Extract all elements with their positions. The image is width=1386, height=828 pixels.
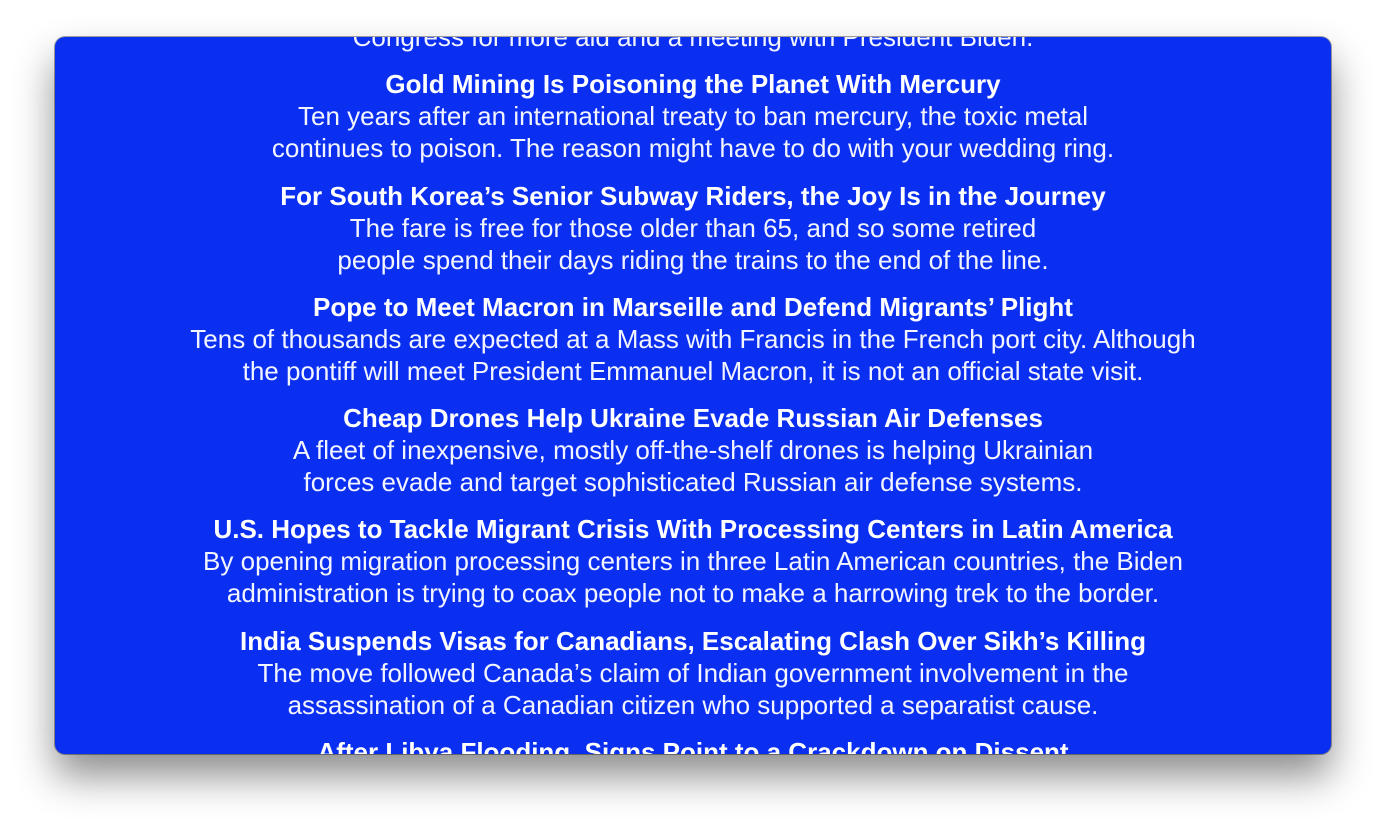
story-item: U.S. Hopes to Tackle Migrant Crisis With… bbox=[55, 513, 1331, 609]
story-summary-line: The move followed Canada’s claim of Indi… bbox=[257, 657, 1129, 688]
story-headline: India Suspends Visas for Canadians, Esca… bbox=[240, 625, 1146, 656]
story-headline: Gold Mining Is Poisoning the Planet With… bbox=[385, 69, 1001, 100]
story-summary-line: administration is trying to coax people … bbox=[226, 578, 1160, 609]
story-item: Gold Mining Is Poisoning the Planet With… bbox=[55, 68, 1331, 164]
story-item: Pope to Meet Macron in Marseille and Def… bbox=[55, 291, 1331, 387]
story-item: India Suspends Visas for Canadians, Esca… bbox=[55, 625, 1331, 721]
story-summary-line: Tens of thousands are expected at a Mass… bbox=[190, 323, 1196, 354]
story-item: Congress for more aid and a meeting with… bbox=[55, 37, 1331, 53]
story-headline: U.S. Hopes to Tackle Migrant Crisis With… bbox=[213, 514, 1173, 545]
story-summary-line: forces evade and target sophisticated Ru… bbox=[303, 467, 1083, 498]
story-summary-line: Congress for more aid and a meeting with… bbox=[352, 37, 1034, 52]
news-feed: Congress for more aid and a meeting with… bbox=[55, 37, 1331, 754]
story-item: After Libya Flooding, Signs Point to a C… bbox=[55, 736, 1331, 754]
story-summary-line: people spend their days riding the train… bbox=[337, 244, 1049, 275]
story-item: For South Korea’s Senior Subway Riders, … bbox=[55, 180, 1331, 276]
news-ticker-window: Congress for more aid and a meeting with… bbox=[55, 37, 1331, 754]
story-summary-line: Ten years after an international treaty … bbox=[297, 101, 1089, 132]
story-summary-line: By opening migration processing centers … bbox=[203, 546, 1183, 577]
story-item: Cheap Drones Help Ukraine Evade Russian … bbox=[55, 402, 1331, 498]
story-headline: Pope to Meet Macron in Marseille and Def… bbox=[313, 291, 1073, 322]
story-summary-line: The fare is free for those older than 65… bbox=[349, 212, 1037, 243]
story-summary-line: the pontiff will meet President Emmanuel… bbox=[242, 355, 1144, 386]
story-headline: For South Korea’s Senior Subway Riders, … bbox=[280, 180, 1106, 211]
story-summary-line: continues to poison. The reason might ha… bbox=[271, 133, 1115, 164]
story-headline: Cheap Drones Help Ukraine Evade Russian … bbox=[343, 403, 1043, 434]
story-summary-line: assassination of a Canadian citizen who … bbox=[287, 689, 1099, 720]
story-summary-line: A fleet of inexpensive, mostly off-the-s… bbox=[292, 435, 1094, 466]
story-headline: After Libya Flooding, Signs Point to a C… bbox=[317, 737, 1069, 754]
